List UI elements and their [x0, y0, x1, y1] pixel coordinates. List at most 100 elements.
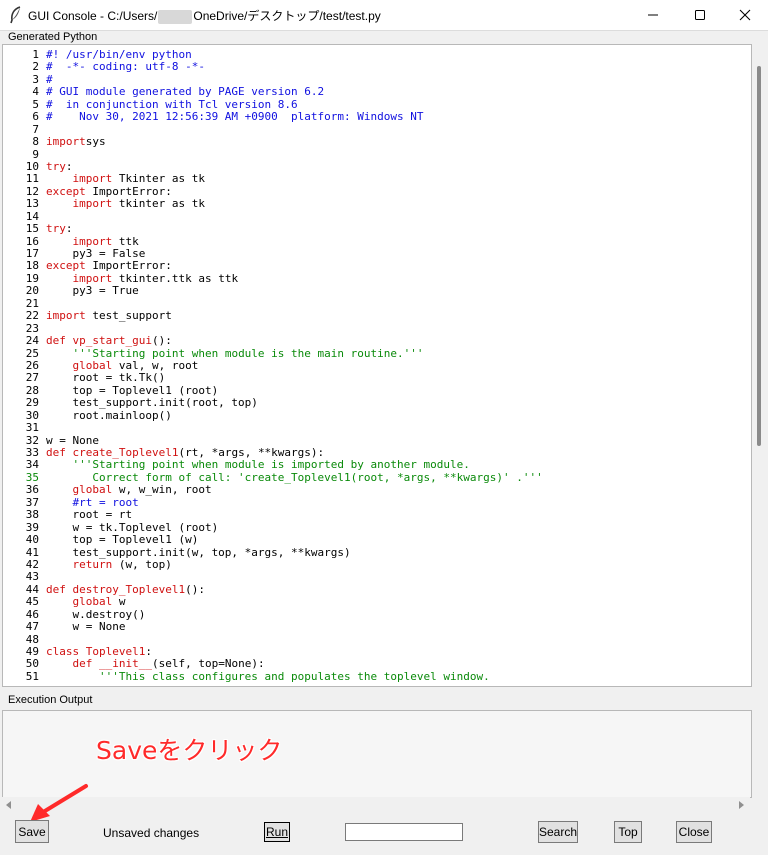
code-token: test_support — [85, 309, 172, 323]
code-token: test_support.init(root, top) — [46, 396, 258, 410]
search-input[interactable] — [345, 823, 463, 841]
code-vertical-scrollbar[interactable] — [752, 44, 768, 687]
close-window-button[interactable] — [722, 0, 768, 30]
window-title-prefix: GUI Console - C:/Users/ — [28, 9, 158, 23]
code-token: # Nov 30, 2021 12:56:39 AM +0900 platfor… — [46, 110, 424, 124]
line-number: 33 — [25, 446, 39, 459]
line-number: 7 — [32, 122, 39, 136]
code-scroll-thumb[interactable] — [757, 66, 761, 446]
code-token: def — [72, 657, 93, 671]
maximize-button[interactable] — [677, 0, 723, 30]
code-token: (): — [151, 334, 172, 348]
code-token: sys — [85, 135, 106, 149]
code-token: import — [72, 271, 113, 285]
code-token: global — [72, 483, 113, 497]
code-token: w, w_win, root — [112, 483, 212, 497]
line-number: 28 — [25, 383, 39, 397]
line-number: 24 — [25, 334, 39, 348]
code-text: global w, w_win, root — [46, 484, 743, 496]
line-number: 1 — [32, 48, 39, 61]
line-number: 4 — [32, 85, 39, 99]
code-token: # — [46, 72, 53, 86]
code-text: return (w, top) — [46, 558, 743, 571]
run-button[interactable]: Run — [264, 822, 290, 842]
code-token: ImportError: — [85, 184, 172, 198]
code-token: except — [46, 259, 86, 273]
line-number: 6 — [32, 110, 39, 124]
code-line: 22 import test_support — [3, 309, 743, 323]
code-line: 47 w = None — [3, 620, 743, 634]
code-token: '''Starting point when module is the mai… — [72, 346, 424, 360]
code-token: try — [46, 159, 66, 173]
line-number: 47 — [25, 620, 39, 634]
line-number: 44 — [25, 582, 39, 596]
code-token: '''Starting point when module is importe… — [72, 458, 470, 472]
line-number: 23 — [25, 321, 39, 335]
line-number: 31 — [25, 421, 39, 435]
code-line: 8 importsys — [3, 135, 743, 149]
code-editor[interactable]: 1 #! /usr/bin/env python 2 # -*- coding: ut… — [2, 44, 752, 687]
line-number: 37 — [25, 495, 39, 509]
line-number: 10 — [25, 159, 39, 173]
code-line: 14 — [3, 210, 743, 223]
top-button[interactable]: Top — [614, 821, 642, 843]
output-vertical-scrollbar[interactable] — [752, 710, 768, 798]
line-number: 9 — [32, 147, 39, 161]
code-token: Tkinter as tk — [112, 172, 205, 186]
minimize-button[interactable] — [630, 0, 676, 30]
code-token: tkinter.ttk as ttk — [112, 271, 239, 285]
line-number: 34 — [25, 458, 39, 472]
code-token: : — [65, 159, 73, 173]
scroll-left-icon[interactable] — [6, 801, 11, 809]
line-number: 36 — [25, 483, 39, 497]
code-text: #rt = root — [46, 495, 743, 509]
redacted-username — [158, 9, 193, 24]
line-number: 19 — [25, 271, 39, 285]
title-bar: GUI Console - C:/Users/OneDrive/デスクトップ/t… — [0, 0, 768, 31]
line-number: 45 — [25, 595, 39, 609]
code-token: py3 = False — [46, 247, 146, 260]
generated-python-label: Generated Python — [8, 31, 98, 43]
code-token: #! /usr/bin/env python — [46, 48, 192, 61]
annotation-text: Saveをクリック — [96, 736, 283, 765]
code-text: '''This class configures and populates t… — [46, 670, 743, 683]
close-button[interactable]: Close — [676, 821, 712, 843]
code-token: w = None — [46, 620, 126, 634]
code-token: def — [46, 582, 66, 596]
output-horizontal-scrollbar[interactable] — [2, 797, 750, 813]
code-text: import test_support — [46, 309, 743, 323]
scroll-right-icon[interactable] — [739, 801, 744, 809]
code-text: # -*- coding: utf-8 -*- — [46, 61, 743, 73]
line-number: 8 — [32, 135, 39, 149]
code-text: import tkinter.ttk as ttk — [46, 271, 743, 285]
code-text: importsys — [46, 135, 743, 149]
code-line: 42 return (w, top) — [3, 558, 743, 571]
line-number: 41 — [25, 545, 39, 559]
save-button[interactable]: Save — [15, 820, 49, 843]
line-number: 2 — [32, 60, 39, 74]
code-token: #rt = root — [72, 495, 139, 509]
code-token: w = None — [46, 433, 99, 447]
search-button[interactable]: Search — [538, 821, 578, 843]
code-token: (): — [185, 582, 205, 596]
code-token: (rt, *args, **kwargs): — [178, 446, 325, 459]
code-token: create_Toplevel1 — [72, 446, 179, 459]
line-number: 27 — [25, 371, 39, 385]
window-title: GUI Console - C:/Users/OneDrive/デスクトップ/t… — [28, 7, 381, 24]
status-text: Unsaved changes — [103, 826, 200, 840]
code-line: 9 — [3, 147, 743, 161]
code-token: global — [72, 358, 113, 372]
line-number: 3 — [32, 72, 39, 86]
line-number: 17 — [25, 247, 39, 260]
code-token: root = rt — [46, 508, 133, 522]
